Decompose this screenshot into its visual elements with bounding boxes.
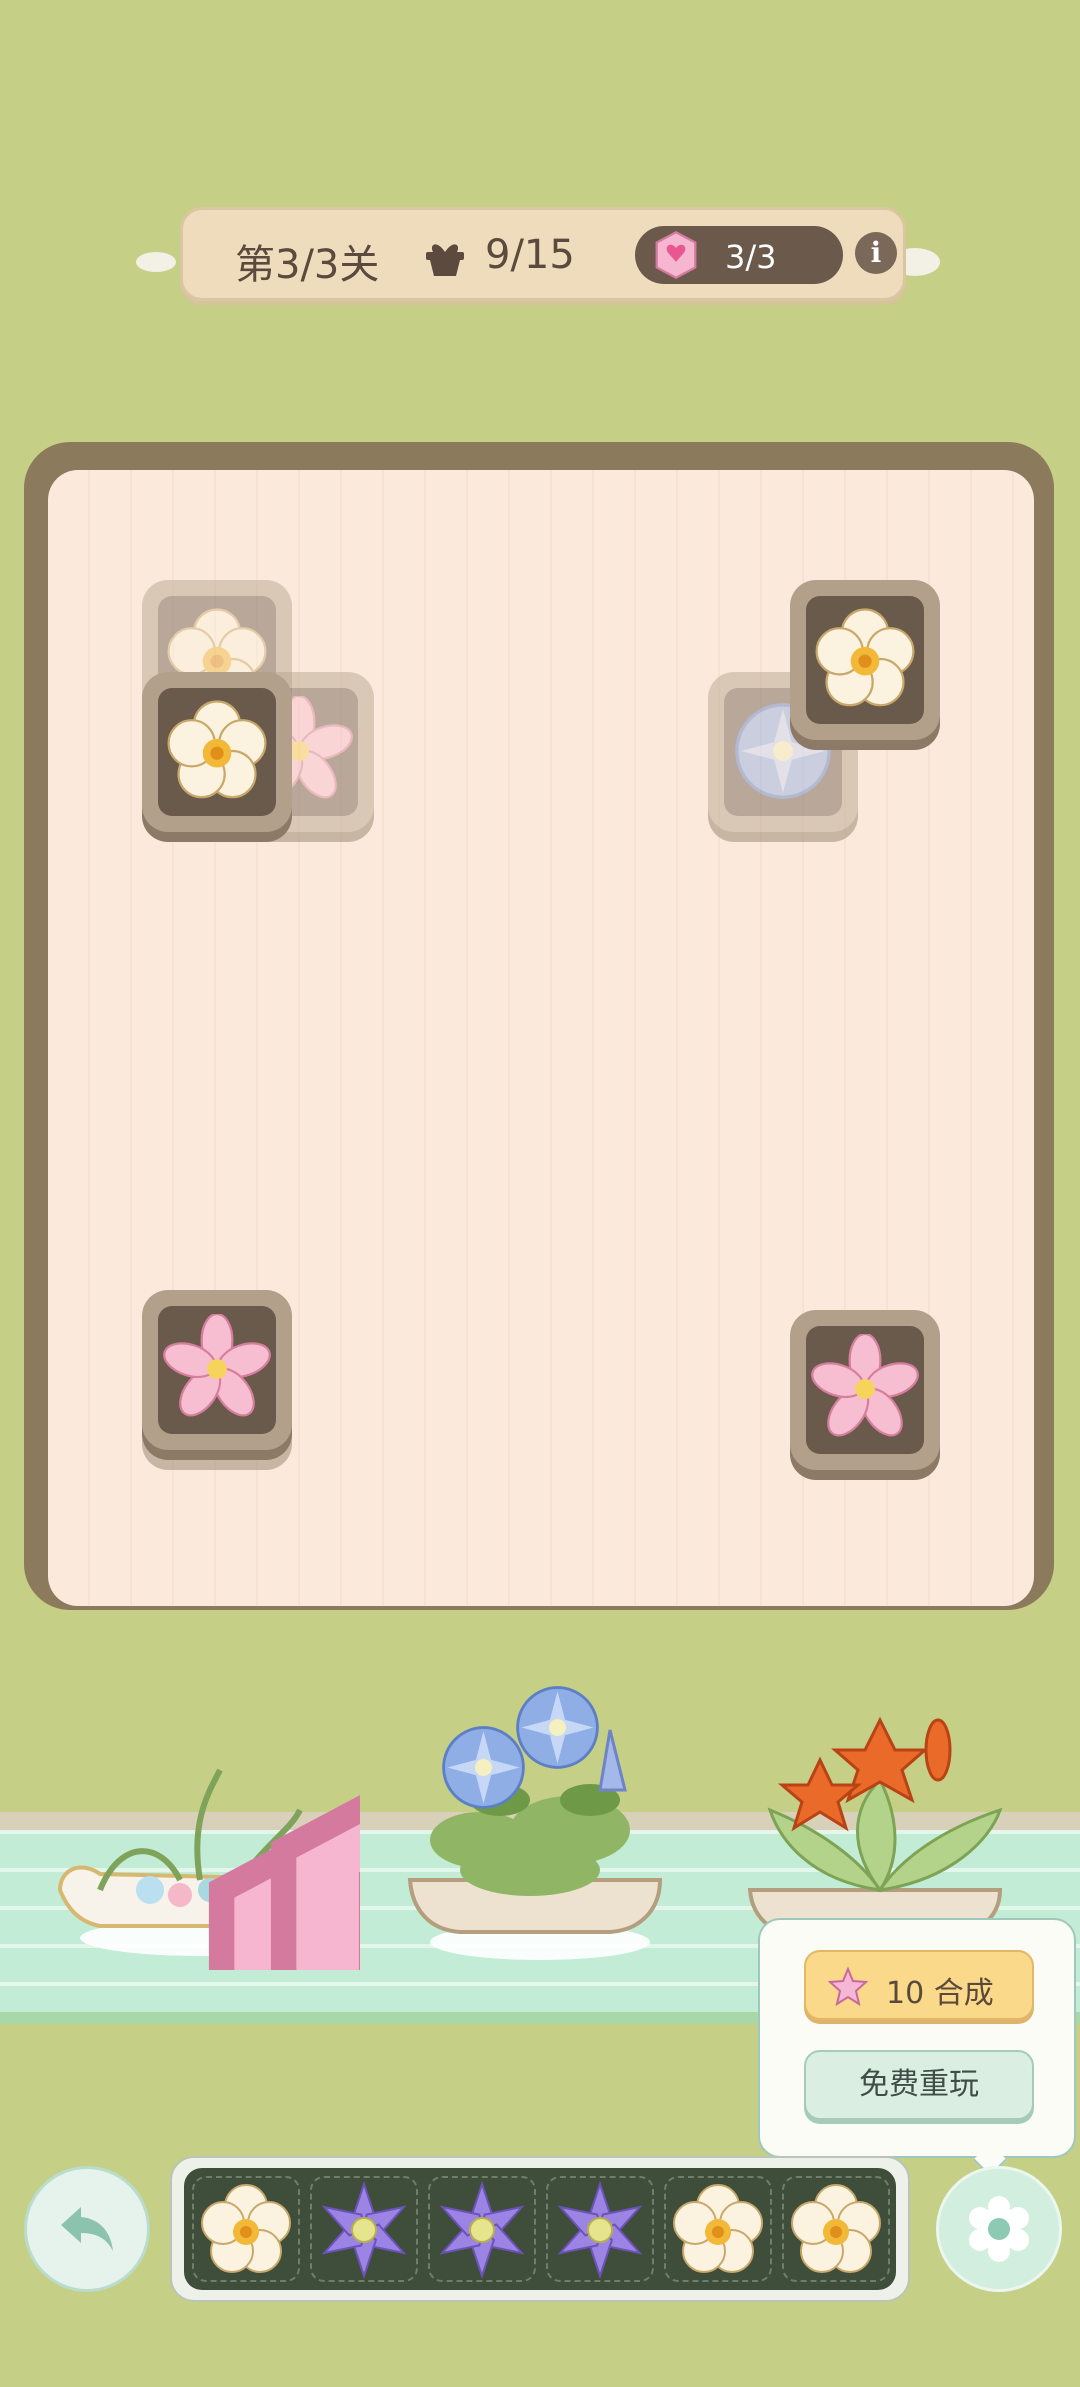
star-icon (828, 1966, 868, 2006)
white-flower-icon (162, 696, 272, 806)
board-tile[interactable] (142, 672, 292, 842)
board-tile[interactable] (142, 1290, 292, 1460)
slot-tray (170, 2156, 910, 2302)
undo-button[interactable] (24, 2166, 150, 2292)
free-replay-button[interactable]: 免费重玩 (804, 2050, 1034, 2120)
white-flower-icon (810, 604, 920, 714)
white-flower-icon (786, 2180, 886, 2280)
undo-arrow-icon (61, 2207, 113, 2251)
level-header: 第3/3关 9/15 3/3 i (180, 207, 906, 301)
settings-button[interactable] (936, 2166, 1062, 2292)
merge-label: 10 合成 (886, 1976, 994, 2011)
pink-flower-icon (162, 1314, 272, 1424)
flower-progress: 9/15 (485, 232, 575, 278)
tray-slot[interactable] (310, 2176, 418, 2282)
tray-slot[interactable] (546, 2176, 654, 2282)
level-indicator: 第3/3关 (235, 242, 380, 288)
purple-flower-icon (314, 2180, 414, 2280)
tray-slot[interactable] (782, 2176, 890, 2282)
merge-button[interactable]: 10 合成 (804, 1950, 1034, 2020)
board-tile[interactable] (790, 580, 940, 750)
purple-flower-icon (432, 2180, 532, 2280)
flower-pot-icon (426, 244, 464, 276)
pink-flower-icon (810, 1334, 920, 1444)
tray-slot[interactable] (192, 2176, 300, 2282)
tray-slot[interactable] (664, 2176, 772, 2282)
white-flower-icon (668, 2180, 768, 2280)
crystal-heart-flower-boat (57, 1690, 360, 1970)
gear-icon (969, 2196, 1029, 2262)
cloud-decoration (136, 252, 176, 272)
board-tile[interactable] (790, 1310, 940, 1480)
blue-flower-boat (407, 1686, 663, 1960)
purple-flower-icon (550, 2180, 650, 2280)
gem-counter: 3/3 (635, 226, 843, 284)
settings-popup: 10 合成 免费重玩 (758, 1918, 1076, 2158)
tray-slot[interactable] (428, 2176, 536, 2282)
heart-gem-icon (653, 230, 699, 280)
info-button[interactable]: i (855, 232, 897, 274)
white-flower-icon (196, 2180, 296, 2280)
gem-count: 3/3 (725, 238, 777, 276)
